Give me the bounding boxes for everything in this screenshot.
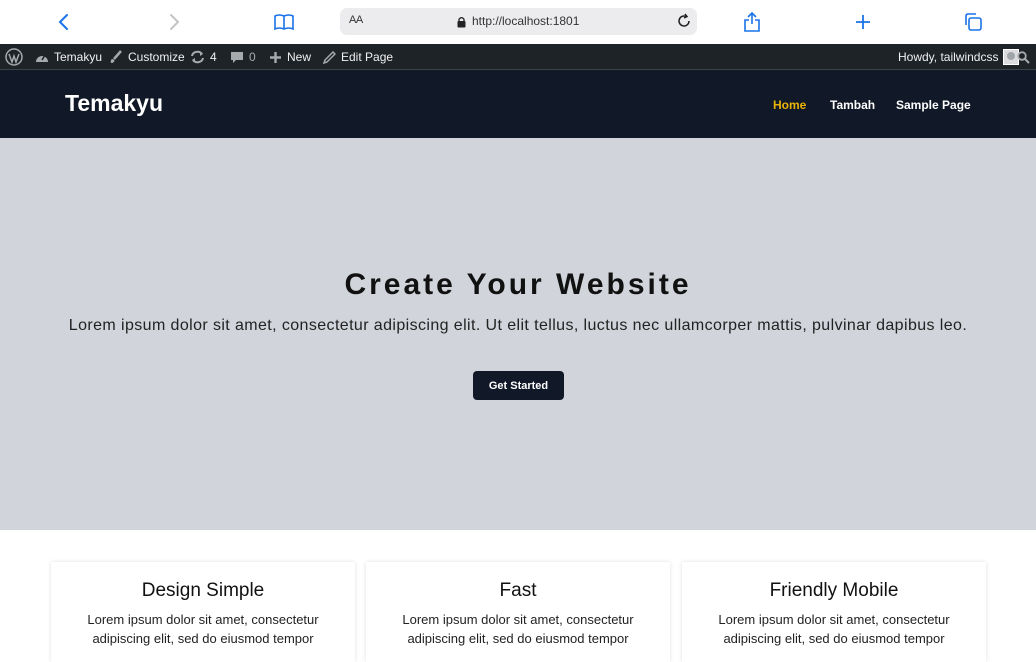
plus-icon (856, 15, 870, 29)
howdy-label: Howdy, tailwindcss (898, 50, 999, 64)
feature-title: Friendly Mobile (769, 580, 899, 601)
site-name-label: Temakyu (54, 50, 103, 64)
text-size-button[interactable]: AA (349, 14, 363, 26)
get-started-button[interactable]: Get Started (473, 371, 564, 400)
hero-section: Create Your Website Lorem ipsum dolor si… (0, 138, 1036, 530)
feature-card-design-simple: Design Simple Lorem ipsum dolor sit amet… (51, 562, 355, 662)
site-header: Temakyu Home Tambah Sample Page (0, 70, 1036, 138)
feature-text: Lorem ipsum dolor sit amet, consectetur … (402, 612, 634, 646)
nav-sample-page[interactable]: Sample Page (896, 98, 971, 112)
hero-title: Create Your Website (344, 268, 692, 301)
wordpress-icon (5, 48, 23, 66)
wp-admin-bar: Temakyu Customize 4 0 New Edit Page Howd… (0, 44, 1036, 70)
feature-card-fast: Fast Lorem ipsum dolor sit amet, consect… (366, 562, 670, 662)
share-icon (744, 11, 760, 32)
chevron-right-icon (170, 14, 180, 30)
comment-icon (231, 51, 243, 63)
book-icon (274, 14, 294, 31)
feature-card-friendly-mobile: Friendly Mobile Lorem ipsum dolor sit am… (682, 562, 986, 662)
customize-link[interactable]: Customize (109, 44, 185, 70)
edit-page-link[interactable]: Edit Page (323, 44, 393, 70)
url-text: http://localhost:1801 (472, 14, 580, 28)
customize-label: Customize (128, 50, 185, 64)
updates-icon (191, 50, 204, 64)
tabs-icon (965, 13, 982, 31)
new-tab-button[interactable] (850, 9, 876, 35)
reload-icon (678, 13, 690, 27)
address-bar[interactable]: AA http://localhost:1801 (340, 8, 697, 35)
updates-count: 4 (210, 50, 217, 64)
lock-icon (457, 15, 466, 33)
new-content-menu[interactable]: New (269, 44, 311, 70)
site-name-menu[interactable]: Temakyu (35, 44, 102, 70)
comments-link[interactable]: 0 (230, 44, 256, 70)
hero-text: Lorem ipsum dolor sit amet, consectetur … (68, 317, 968, 334)
chevron-left-icon (58, 14, 68, 30)
brush-icon (110, 50, 122, 63)
feature-text: Lorem ipsum dolor sit amet, consectetur … (718, 612, 950, 646)
feature-title: Design Simple (141, 580, 265, 601)
nav-home[interactable]: Home (773, 98, 806, 112)
nav-tambah[interactable]: Tambah (830, 98, 875, 112)
features-section: Design Simple Lorem ipsum dolor sit amet… (0, 530, 1036, 662)
site-logo[interactable]: Temakyu (65, 90, 163, 117)
browser-toolbar: AA http://localhost:1801 (0, 0, 1036, 44)
account-menu[interactable]: Howdy, tailwindcss (898, 44, 1020, 70)
admin-search-button[interactable] (1017, 44, 1030, 70)
tabs-button[interactable] (960, 9, 986, 35)
back-button[interactable] (51, 9, 77, 35)
updates-link[interactable]: 4 (190, 44, 217, 70)
feature-title: Fast (499, 580, 537, 601)
forward-button[interactable] (161, 9, 187, 35)
comments-count: 0 (249, 50, 256, 64)
pencil-icon (323, 50, 336, 64)
dashboard-icon (36, 54, 48, 62)
search-icon (1017, 50, 1030, 64)
edit-page-label: Edit Page (341, 50, 394, 64)
reload-button[interactable] (676, 13, 692, 34)
feature-text: Lorem ipsum dolor sit amet, consectetur … (87, 612, 319, 646)
new-label: New (287, 50, 312, 64)
plus-icon (270, 51, 281, 63)
wp-logo-menu[interactable] (5, 44, 23, 70)
share-button[interactable] (739, 9, 765, 35)
reader-button[interactable] (271, 9, 297, 35)
